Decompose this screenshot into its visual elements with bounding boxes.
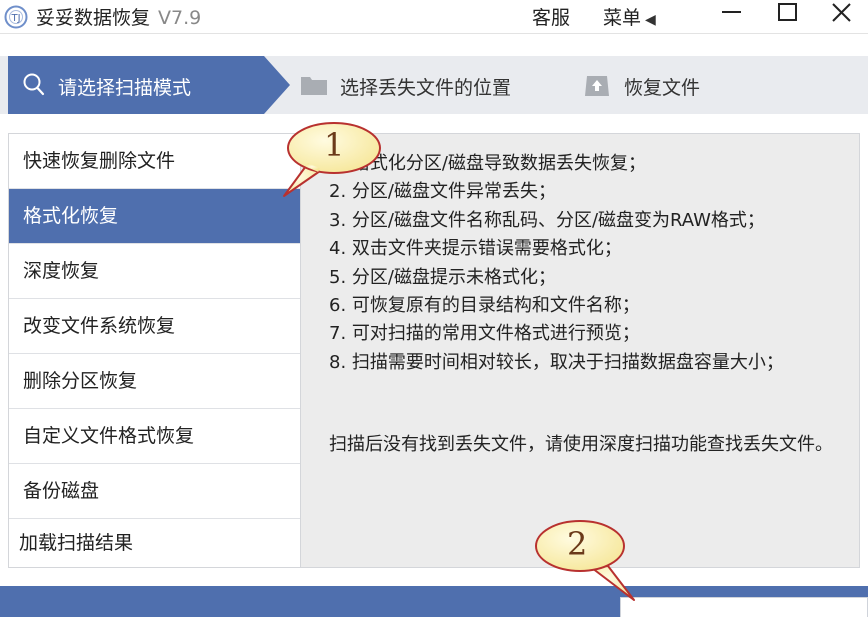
app-logo-icon: TJ <box>4 5 28 29</box>
next-step-button[interactable] <box>620 597 868 617</box>
minimize-icon <box>722 11 741 13</box>
menu-item-backup-disk[interactable]: 备份磁盘 <box>9 464 300 519</box>
close-button[interactable] <box>821 0 861 30</box>
feature-list: 1. 格式化分区/磁盘导致数据丢失恢复； 2. 分区/磁盘文件异常丢失； 3. … <box>329 150 839 377</box>
deep-scan-note: 扫描后没有找到丢失文件，请使用深度扫描功能查找丢失文件。 <box>329 434 833 455</box>
menu-item-quick-recover[interactable]: 快速恢复删除文件 <box>9 134 300 189</box>
feature-line: 5. 分区/磁盘提示未格式化； <box>329 266 556 288</box>
app-title: 妥妥数据恢复 V7.9 <box>36 3 201 30</box>
feature-line: 6. 可恢复原有的目录结构和文件名称； <box>329 295 640 317</box>
menu-item-load-scan-result[interactable]: 加载扫描结果 <box>9 519 300 567</box>
app-name: 妥妥数据恢复 <box>36 7 151 29</box>
feature-line: 7. 可对扫描的常用文件格式进行预览； <box>329 323 640 345</box>
step-select-scan-mode[interactable]: 请选择扫描模式 <box>8 56 290 114</box>
menu-item-custom-format-recover[interactable]: 自定义文件格式恢复 <box>9 409 300 464</box>
feature-line: 3. 分区/磁盘文件名称乱码、分区/磁盘变为RAW格式； <box>329 209 765 231</box>
main-menu-button[interactable]: 菜单 ◀ <box>603 3 656 30</box>
search-icon <box>23 73 45 96</box>
folder-icon <box>301 77 327 95</box>
step-recover-files[interactable]: 恢复文件 <box>584 56 784 114</box>
upload-icon <box>585 76 609 96</box>
app-version: V7.9 <box>158 7 202 29</box>
feature-line: 4. 双击文件夹提示错误需要格式化； <box>329 238 622 260</box>
maximize-icon <box>778 3 797 21</box>
close-icon <box>832 3 851 22</box>
menu-item-deep-recover[interactable]: 深度恢复 <box>9 244 300 299</box>
customer-service-button[interactable]: 客服 <box>532 3 570 30</box>
step-label: 请选择扫描模式 <box>58 77 192 99</box>
caret-left-icon: ◀ <box>645 12 656 28</box>
feature-line: 1. 格式化分区/磁盘导致数据丢失恢复； <box>329 153 646 174</box>
feature-line: 2. 分区/磁盘文件异常丢失； <box>329 181 556 203</box>
feature-line: 8. 扫描需要时间相对较长，取决于扫描数据盘容量大小； <box>329 351 784 373</box>
scan-mode-menu: 快速恢复删除文件 格式化恢复 深度恢复 改变文件系统恢复 删除分区恢复 自定义文… <box>8 133 301 568</box>
step-select-location[interactable]: 选择丢失文件的位置 <box>300 56 570 114</box>
callout-number-1: 1 <box>324 126 345 164</box>
app-window: TJ 妥妥数据恢复 V7.9 客服 菜单 ◀ 请选择扫描模式 选择丢失文件的位置… <box>0 0 868 617</box>
menu-item-filesystem-recover[interactable]: 改变文件系统恢复 <box>9 299 300 354</box>
main-menu-label: 菜单 <box>603 7 642 29</box>
menu-item-format-recover[interactable]: 格式化恢复 <box>9 189 300 244</box>
minimize-button[interactable] <box>712 0 752 30</box>
callout-number-2: 2 <box>567 525 588 563</box>
step-bar: 请选择扫描模式 选择丢失文件的位置 恢复文件 <box>0 56 868 114</box>
maximize-button[interactable] <box>767 0 807 30</box>
step-label: 选择丢失文件的位置 <box>340 77 512 99</box>
step-label: 恢复文件 <box>624 77 701 99</box>
menu-item-partition-recover[interactable]: 删除分区恢复 <box>9 354 300 409</box>
svg-text:TJ: TJ <box>10 13 20 24</box>
title-bar: TJ 妥妥数据恢复 V7.9 客服 菜单 ◀ <box>0 0 868 34</box>
